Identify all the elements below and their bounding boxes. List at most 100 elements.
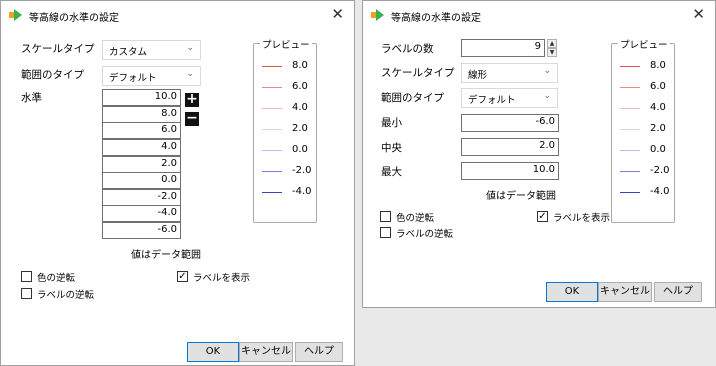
spin-down-icon[interactable]: ▼ — [547, 48, 557, 57]
spin-up-icon[interactable]: ▲ — [547, 39, 557, 48]
scale-type-value: 線形 — [468, 70, 488, 81]
preview-panel: プレビュー 8.0 6.0 4.0 2.0 0.0 -2.0 -4.0 — [611, 37, 675, 223]
chevron-down-icon: ⌄ — [186, 69, 194, 79]
reverse-labels-checkbox[interactable] — [380, 227, 391, 238]
color-swatch-blue — [620, 171, 640, 172]
title-bar: 等高線の水準の設定 ✕ — [1, 1, 354, 31]
color-swatch-neutral — [262, 129, 282, 130]
chevron-down-icon: ⌄ — [543, 66, 551, 76]
reverse-labels-checkbox[interactable] — [21, 288, 32, 299]
range-type-select[interactable]: デフォルト ⌄ — [102, 66, 201, 86]
color-swatch-blue — [262, 171, 282, 172]
values-note: 値はデータ範囲 — [486, 191, 556, 202]
contour-levels-dialog-linear: 等高線の水準の設定 ✕ ラベルの数 9 ▲ ▼ スケールタイプ 線形 ⌄ 範囲の… — [362, 0, 716, 308]
preview-panel: プレビュー 8.0 6.0 4.0 2.0 0.0 -2.0 -4.0 — [253, 37, 317, 223]
chevron-down-icon: ⌄ — [186, 43, 194, 53]
scale-type-value: カスタム — [109, 47, 148, 58]
range-type-label: 範囲のタイプ — [21, 69, 84, 81]
check-icon: ✓ — [178, 271, 187, 282]
range-type-label: 範囲のタイプ — [381, 92, 444, 104]
color-swatch-blue-light — [262, 150, 282, 151]
preview-value: 8.0 — [650, 60, 666, 71]
level-input[interactable]: 2.0 — [102, 156, 181, 173]
level-input[interactable]: -6.0 — [102, 222, 181, 239]
preview-value: 6.0 — [650, 81, 666, 92]
level-input[interactable]: 6.0 — [102, 122, 181, 139]
show-labels-label: ラベルを表示 — [553, 213, 611, 224]
color-swatch-pink — [620, 108, 640, 109]
show-labels-label: ラベルを表示 — [193, 273, 251, 284]
min-label: 最小 — [381, 117, 402, 129]
level-input[interactable]: -2.0 — [102, 189, 181, 206]
color-swatch-neutral — [620, 129, 640, 130]
help-button[interactable]: ヘルプ — [654, 282, 702, 302]
min-input[interactable]: -6.0 — [461, 114, 559, 132]
preview-value: 2.0 — [650, 123, 666, 134]
contour-levels-dialog-custom: 等高線の水準の設定 ✕ スケールタイプ カスタム ⌄ 範囲のタイプ デフォルト … — [0, 0, 355, 366]
levels-label: 水準 — [21, 92, 42, 104]
values-note: 値はデータ範囲 — [131, 250, 201, 261]
app-arrow-icon — [371, 9, 384, 21]
range-type-value: デフォルト — [109, 73, 157, 84]
preview-value: 2.0 — [292, 123, 308, 134]
show-labels-checkbox[interactable]: ✓ — [537, 211, 548, 222]
reverse-labels-label: ラベルの逆転 — [37, 290, 95, 301]
help-button[interactable]: ヘルプ — [295, 342, 343, 362]
add-level-button[interactable]: + — [185, 92, 199, 107]
dialog-title: 等高線の水準の設定 — [391, 13, 481, 24]
range-type-select[interactable]: デフォルト ⌄ — [461, 88, 558, 108]
color-swatch-pink — [262, 108, 282, 109]
num-labels-label: ラベルの数 — [381, 43, 434, 55]
color-swatch-blue-dark — [620, 192, 640, 193]
dialog-title: 等高線の水準の設定 — [29, 13, 119, 24]
chevron-down-icon: ⌄ — [543, 91, 551, 101]
cancel-button[interactable]: キャンセル — [239, 342, 293, 362]
level-input[interactable]: 8.0 — [102, 106, 181, 123]
center-label: 中央 — [381, 142, 402, 154]
ok-button[interactable]: OK — [187, 342, 239, 362]
range-type-value: デフォルト — [468, 95, 516, 106]
num-labels-input[interactable]: 9 — [461, 39, 545, 57]
preview-value: 8.0 — [292, 60, 308, 71]
preview-value: -2.0 — [292, 165, 312, 176]
scale-type-label: スケールタイプ — [21, 43, 95, 55]
color-swatch-red — [262, 66, 282, 67]
color-swatch-blue-light — [620, 150, 640, 151]
level-input[interactable]: 4.0 — [102, 139, 181, 156]
color-swatch-blue-dark — [262, 192, 282, 193]
scale-type-label: スケールタイプ — [381, 67, 455, 79]
color-swatch-red-light — [262, 87, 282, 88]
preview-value: 6.0 — [292, 81, 308, 92]
cancel-button[interactable]: キャンセル — [598, 282, 652, 302]
reverse-colors-checkbox[interactable] — [21, 271, 32, 282]
reverse-labels-label: ラベルの逆転 — [396, 229, 454, 240]
check-icon: ✓ — [538, 211, 547, 222]
preview-title: プレビュー — [260, 37, 312, 51]
show-labels-checkbox[interactable]: ✓ — [177, 271, 188, 282]
color-swatch-red-light — [620, 87, 640, 88]
preview-value: 0.0 — [292, 144, 308, 155]
scale-type-select[interactable]: カスタム ⌄ — [102, 40, 201, 60]
ok-button[interactable]: OK — [546, 282, 598, 302]
close-icon[interactable]: ✕ — [692, 6, 705, 22]
level-input[interactable]: 10.0 — [102, 89, 181, 106]
preview-value: -4.0 — [650, 186, 670, 197]
app-arrow-icon — [9, 9, 22, 21]
preview-value: 4.0 — [292, 102, 308, 113]
preview-title: プレビュー — [618, 37, 670, 51]
preview-value: 4.0 — [650, 102, 666, 113]
reverse-colors-label: 色の逆転 — [37, 273, 76, 284]
remove-level-button[interactable]: − — [185, 111, 199, 126]
max-input[interactable]: 10.0 — [461, 162, 559, 180]
title-bar: 等高線の水準の設定 ✕ — [363, 1, 715, 31]
reverse-colors-checkbox[interactable] — [380, 211, 391, 222]
close-icon[interactable]: ✕ — [331, 6, 344, 22]
reverse-colors-label: 色の逆転 — [396, 213, 435, 224]
scale-type-select[interactable]: 線形 ⌄ — [461, 63, 558, 83]
level-input[interactable]: 0.0 — [102, 172, 181, 189]
level-input[interactable]: -4.0 — [102, 205, 181, 222]
preview-value: 0.0 — [650, 144, 666, 155]
preview-value: -2.0 — [650, 165, 670, 176]
center-input[interactable]: 2.0 — [461, 138, 559, 156]
max-label: 最大 — [381, 166, 402, 178]
